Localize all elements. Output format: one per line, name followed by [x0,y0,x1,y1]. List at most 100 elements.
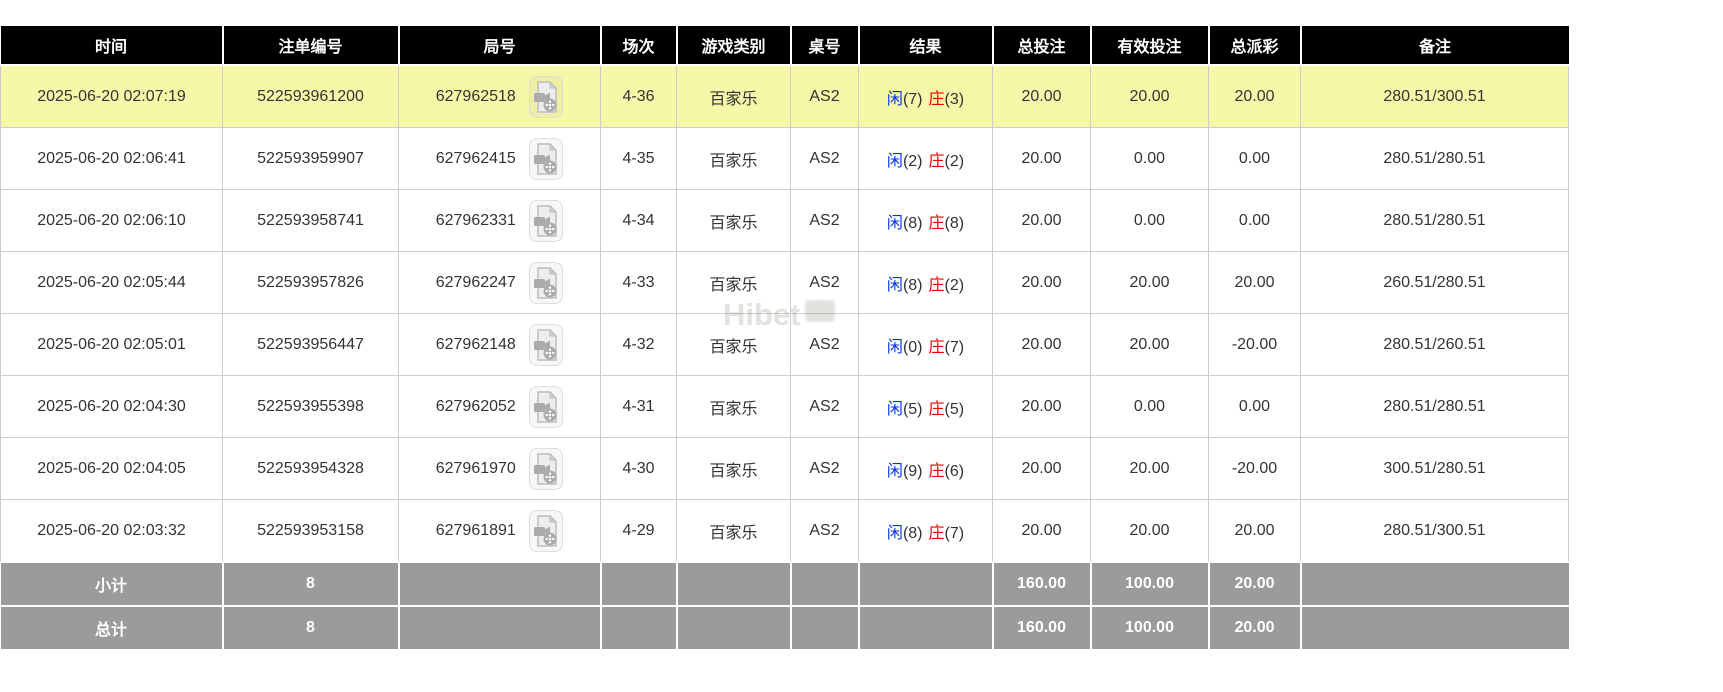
cell-session: 4-36 [601,65,677,128]
banker-result-count: (7) [945,339,965,356]
cell-table_no: AS2 [791,252,859,314]
banker-result-count: (3) [945,91,965,108]
cell-result: 闲(0)庄(7) [859,314,993,376]
video-document-icon [533,81,559,113]
player-result: 闲 [887,401,903,418]
summary-label: 小计 [1,562,223,606]
player-result: 闲 [887,339,903,356]
cell-bet_id: 522593956447 [223,314,399,376]
video-playback-button[interactable] [529,324,563,366]
video-document-icon [533,515,559,547]
cell-result: 闲(2)庄(2) [859,128,993,190]
video-playback-button[interactable] [529,76,563,118]
bet-records-page: 时间注单编号局号场次游戏类别桌号结果总投注有效投注总派彩备注 2025-06-2… [0,0,1723,692]
round-id-text: 627961891 [436,522,516,539]
cell-round_id: 627961970 [399,438,601,500]
banker-result: 庄 [929,277,945,294]
summary-cell [791,562,859,606]
cell-bet_id: 522593953158 [223,500,399,563]
banker-result-count: (2) [945,277,965,294]
summary-cell [1301,562,1569,606]
cell-total_payout: -20.00 [1209,438,1301,500]
video-playback-button[interactable] [529,138,563,180]
cell-total_bet: 20.00 [993,252,1091,314]
video-playback-button[interactable] [529,448,563,490]
cell-time: 2025-06-20 02:03:32 [1,500,223,563]
summary-cell [791,606,859,649]
summary-label: 总计 [1,606,223,649]
cell-bet_id: 522593955398 [223,376,399,438]
table-row: 2025-06-20 02:03:32522593953158 627961891… [1,500,1569,563]
table-row: 2025-06-20 02:06:41522593959907627962415… [1,128,1569,190]
round-id-text: 627962518 [436,88,516,105]
summary-cell [399,562,601,606]
summary-row-grand_total: 总计8160.00100.0020.00 [1,606,1569,649]
round-id-text: 627962415 [436,150,516,167]
column-header-table_no: 桌号 [791,26,859,65]
player-result-count: (5) [903,401,923,418]
player-result: 闲 [887,91,903,108]
summary-cell [399,606,601,649]
summary-bet-count: 8 [223,606,399,649]
cell-bet_id: 522593959907 [223,128,399,190]
cell-table_no: AS2 [791,65,859,128]
cell-total_payout: 20.00 [1209,500,1301,563]
summary-valid-bet: 100.00 [1091,562,1209,606]
video-document-icon [533,329,559,361]
cell-remark: 280.51/280.51 [1301,376,1569,438]
cell-table_no: AS2 [791,500,859,563]
cell-table_no: AS2 [791,314,859,376]
cell-game_type: 百家乐 [677,314,791,376]
cell-valid_bet: 20.00 [1091,438,1209,500]
records-footer: 小计8160.00100.0020.00总计8160.00100.0020.00 [1,562,1569,649]
round-id-text: 627962052 [436,398,516,415]
cell-valid_bet: 20.00 [1091,314,1209,376]
cell-total_payout: 0.00 [1209,190,1301,252]
cell-time: 2025-06-20 02:05:44 [1,252,223,314]
cell-game_type: 百家乐 [677,438,791,500]
summary-valid-bet: 100.00 [1091,606,1209,649]
cell-table_no: AS2 [791,128,859,190]
cell-game_type: 百家乐 [677,376,791,438]
cell-remark: 300.51/280.51 [1301,438,1569,500]
column-header-total_bet: 总投注 [993,26,1091,65]
cell-round_id: 627962247 [399,252,601,314]
cell-table_no: AS2 [791,190,859,252]
player-result-count: (8) [903,525,923,542]
cell-total_payout: 0.00 [1209,128,1301,190]
cell-round_id: 627961891 [399,500,601,563]
cell-result: 闲(8)庄(2) [859,252,993,314]
cell-remark: 280.51/300.51 [1301,500,1569,563]
cell-game_type: 百家乐 [677,128,791,190]
banker-result-count: (7) [945,525,965,542]
video-playback-button[interactable] [529,386,563,428]
summary-cell [677,606,791,649]
player-result: 闲 [887,215,903,232]
table-row: 2025-06-20 02:05:01522593956447627962148… [1,314,1569,376]
column-header-game_type: 游戏类别 [677,26,791,65]
cell-total_bet: 20.00 [993,65,1091,128]
video-playback-button[interactable] [529,262,563,304]
cell-round_id: 627962331 [399,190,601,252]
summary-row-subtotal: 小计8160.00100.0020.00 [1,562,1569,606]
summary-bet-count: 8 [223,562,399,606]
cell-remark: 280.51/280.51 [1301,190,1569,252]
column-header-round_id: 局号 [399,26,601,65]
column-header-valid_bet: 有效投注 [1091,26,1209,65]
player-result-count: (8) [903,215,923,232]
summary-cell [677,562,791,606]
header-row: 时间注单编号局号场次游戏类别桌号结果总投注有效投注总派彩备注 [1,26,1569,65]
banker-result-count: (6) [945,463,965,480]
cell-round_id: 627962148 [399,314,601,376]
player-result: 闲 [887,277,903,294]
video-playback-button[interactable] [529,200,563,242]
video-document-icon [533,453,559,485]
cell-bet_id: 522593954328 [223,438,399,500]
round-id-text: 627961970 [436,460,516,477]
cell-time: 2025-06-20 02:06:10 [1,190,223,252]
cell-session: 4-35 [601,128,677,190]
video-playback-button[interactable] [529,510,563,552]
cell-remark: 280.51/260.51 [1301,314,1569,376]
table-row: 2025-06-20 02:05:44522593957826627962247… [1,252,1569,314]
cell-time: 2025-06-20 02:05:01 [1,314,223,376]
